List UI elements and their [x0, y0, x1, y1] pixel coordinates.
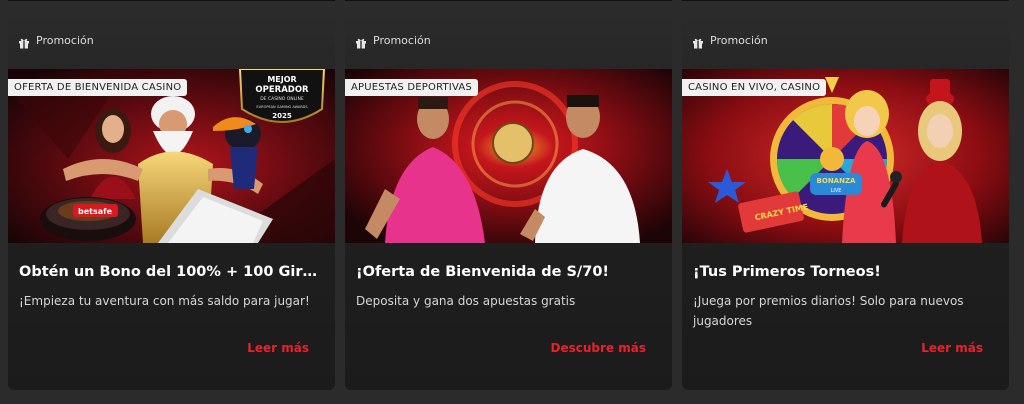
promo-header: Promoción	[355, 31, 431, 49]
category-tag: APUESTAS DEPORTIVAS	[345, 79, 478, 96]
promo-title: Obtén un Bono del 100% + 100 Giros Gr...	[19, 264, 324, 280]
betsafe-logo: betsafe	[78, 207, 113, 216]
promo-card-casino-welcome[interactable]: Promoción betsafe MEJOR OPERADOR DE CASI…	[8, 0, 335, 390]
promo-description: ¡Juega por premios diarios! Solo para nu…	[693, 294, 964, 328]
promo-banner-image[interactable]: betsafe MEJOR OPERADOR DE CASINO ONLINE …	[8, 69, 335, 243]
promo-card-tournaments[interactable]: Promoción CRAZY TIME BONANZA LIVE CASINO…	[682, 0, 1009, 390]
discover-more-link[interactable]: Descubre más	[551, 341, 646, 355]
bonanza-sign-sub: LIVE	[831, 188, 842, 194]
gift-icon	[692, 34, 704, 49]
read-more-link[interactable]: Leer más	[247, 341, 309, 355]
promo-title: ¡Tus Primeros Torneos!	[693, 264, 881, 280]
category-tag: OFERTA DE BIENVENIDA CASINO	[8, 79, 188, 96]
promotions-grid: Promoción betsafe MEJOR OPERADOR DE CASI…	[0, 0, 1024, 404]
promo-banner-image[interactable]: CRAZY TIME BONANZA LIVE CASINO EN VIVO, …	[682, 69, 1009, 243]
award-badge-line1: MEJOR	[267, 75, 296, 84]
promo-title: ¡Oferta de Bienvenida de S/70!	[356, 264, 610, 280]
promo-header: Promoción	[692, 31, 768, 49]
promo-card-sports-welcome[interactable]: Promoción APUESTAS DEPORTIVAS ¡Oferta de…	[345, 0, 672, 390]
gift-icon	[18, 34, 30, 49]
award-badge-line3: DE CASINO ONLINE	[260, 96, 304, 102]
promo-header: Promoción	[18, 31, 94, 49]
bonanza-sign: BONANZA	[817, 177, 856, 185]
award-badge-line4: EUROPEAN GAMING AWARDS	[256, 105, 308, 109]
award-badge-year: 2025	[272, 112, 292, 120]
gift-icon	[355, 34, 367, 49]
award-badge-line2: OPERADOR	[255, 85, 309, 95]
read-more-link[interactable]: Leer más	[921, 341, 983, 355]
promo-label: Promoción	[710, 33, 768, 47]
promo-description: Deposita y gana dos apuestas gratis	[356, 294, 576, 308]
category-tag: CASINO EN VIVO, CASINO	[682, 79, 827, 96]
promo-banner-image[interactable]: APUESTAS DEPORTIVAS	[345, 69, 672, 243]
promo-label: Promoción	[36, 33, 94, 47]
promo-label: Promoción	[373, 33, 431, 47]
promo-description: ¡Empieza tu aventura con más saldo para …	[19, 294, 310, 308]
